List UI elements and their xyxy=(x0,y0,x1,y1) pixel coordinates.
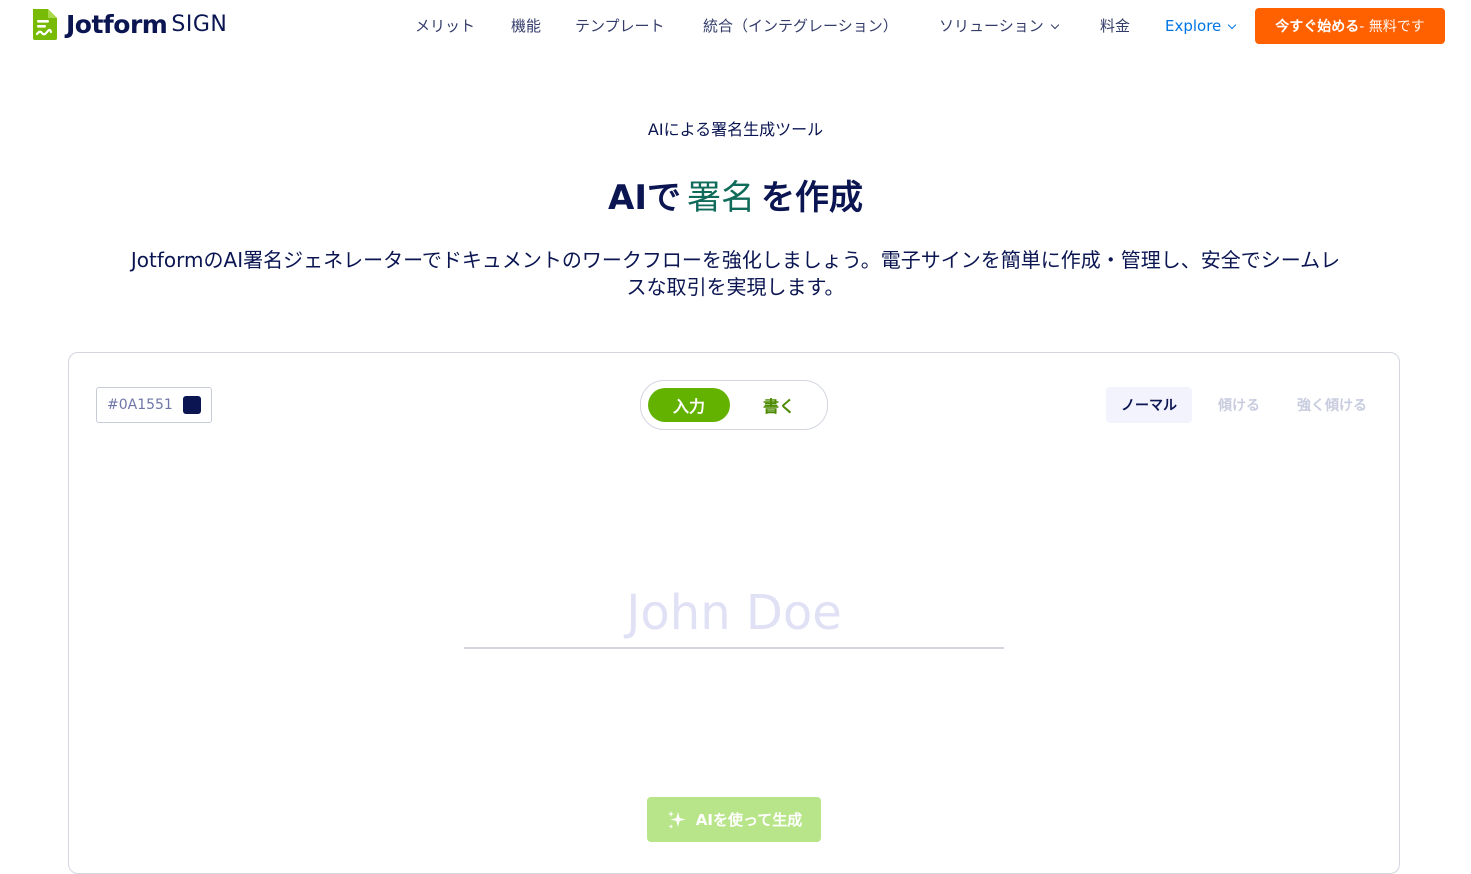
signature-generator-card: #0A1551 入力 書く ノーマル 傾ける 強く傾ける AIを使って生成 xyxy=(68,352,1400,874)
hero-eyebrow: AIによる署名生成ツール xyxy=(647,120,824,139)
color-swatch[interactable] xyxy=(183,396,201,414)
page-title: AIで 署名 を作成 xyxy=(0,170,1471,219)
nav-item-integrations[interactable]: 統合（インテグレーション） xyxy=(703,16,898,36)
jotform-sign-logo[interactable]: Jotform SIGN xyxy=(30,7,227,41)
nav-item-label: Explore xyxy=(1165,17,1222,35)
jotform-sign-logo-icon xyxy=(30,7,60,41)
nav-item-label: 統合（インテグレーション） xyxy=(703,17,898,35)
color-hex-value: #0A1551 xyxy=(107,397,173,413)
headline-suffix: を作成 xyxy=(760,178,863,218)
site-header: Jotform SIGN メリット 機能 テンプレート 統合（インテグレーション… xyxy=(0,0,1471,52)
generate-with-ai-button[interactable]: AIを使って生成 xyxy=(647,797,821,842)
style-normal-button[interactable]: ノーマル xyxy=(1106,387,1192,423)
chevron-down-icon xyxy=(1050,20,1059,30)
nav-item-templates[interactable]: テンプレート xyxy=(575,16,665,36)
mode-draw-button[interactable]: 書く xyxy=(739,388,819,422)
get-started-free-button[interactable]: 今すぐ始める - 無料です xyxy=(1255,8,1445,44)
nav-item-label: メリット xyxy=(415,17,476,35)
style-tilt-button[interactable]: 傾ける xyxy=(1202,387,1276,423)
cta-sub-label: - 無料です xyxy=(1359,19,1425,35)
nav-item-merit[interactable]: メリット xyxy=(415,16,475,36)
sparkle-icon xyxy=(667,810,686,829)
headline-accent-word: 署名 xyxy=(686,178,755,218)
logo-product-name: SIGN xyxy=(171,11,228,37)
headline-prefix: AIで xyxy=(608,178,681,218)
nav-item-features[interactable]: 機能 xyxy=(511,16,541,36)
hero-description: JotformのAI署名ジェネレーターでドキュメントのワークフローを強化しましょ… xyxy=(130,248,1341,299)
cta-main-label: 今すぐ始める xyxy=(1275,19,1360,35)
nav-item-label: テンプレート xyxy=(575,17,665,35)
nav-item-label: ソリューション xyxy=(939,17,1044,35)
logo-wordmark: Jotform xyxy=(66,9,168,39)
nav-item-solutions[interactable]: ソリューション xyxy=(939,16,1059,36)
chevron-down-icon xyxy=(1228,20,1237,30)
style-strong-tilt-button[interactable]: 強く傾ける xyxy=(1286,387,1378,423)
input-mode-toggle: 入力 書く xyxy=(640,380,828,430)
generate-button-label: AIを使って生成 xyxy=(695,811,803,829)
nav-item-label: 料金 xyxy=(1100,17,1131,35)
nav-item-label: 機能 xyxy=(511,17,542,35)
signature-color-picker[interactable]: #0A1551 xyxy=(96,387,212,423)
mode-type-button[interactable]: 入力 xyxy=(648,388,730,422)
nav-item-explore[interactable]: Explore xyxy=(1165,16,1237,36)
nav-item-pricing[interactable]: 料金 xyxy=(1100,16,1130,36)
signature-name-input[interactable] xyxy=(464,579,1004,649)
